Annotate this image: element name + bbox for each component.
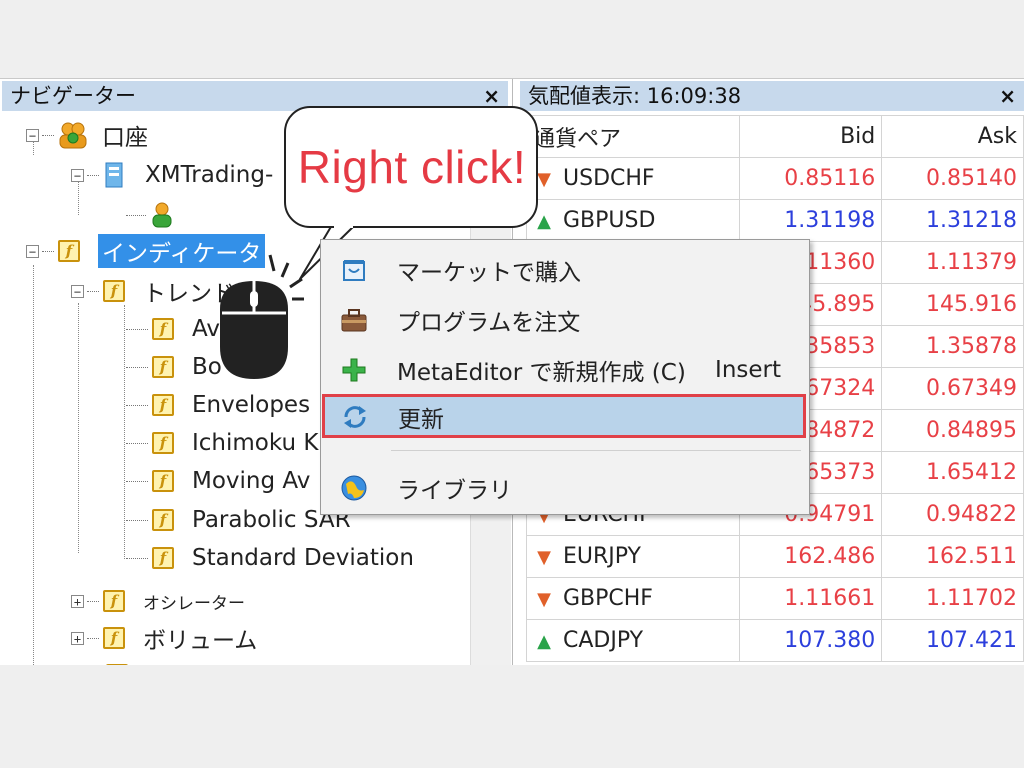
refresh-icon — [340, 402, 370, 432]
callout-text: Right click! — [297, 141, 527, 193]
globe-icon — [339, 473, 369, 503]
menu-item-label: マーケットで購入 — [397, 260, 581, 286]
menu-item-metaeditor-new[interactable]: MetaEditor で新規作成 (C) Insert — [321, 346, 809, 394]
context-menu: マーケットで購入 プログラムを注文 MetaEditor で新規作成 (C) I… — [320, 239, 810, 515]
menu-item-refresh[interactable]: 更新 — [322, 394, 806, 438]
menu-item-order-program[interactable]: プログラムを注文 — [321, 296, 809, 344]
menu-item-label: MetaEditor で新規作成 (C) — [397, 360, 686, 386]
menu-item-label: ライブラリ — [397, 478, 512, 504]
plus-icon — [339, 355, 369, 385]
menu-item-label: プログラムを注文 — [397, 310, 581, 336]
market-icon — [339, 255, 369, 285]
menu-item-library[interactable]: ライブラリ — [321, 464, 809, 512]
mouse-click-icon — [220, 254, 304, 379]
briefcase-icon — [339, 305, 369, 335]
terminal-window: ナビゲーター × − 口座 − XMTrading- − f インディケータ −… — [0, 78, 1024, 665]
menu-item-label: 更新 — [398, 407, 444, 433]
menu-item-buy-market[interactable]: マーケットで購入 — [321, 246, 809, 294]
menu-separator — [391, 450, 801, 451]
menu-item-refresh-content: 更新 — [322, 393, 810, 441]
menu-item-shortcut: Insert — [715, 357, 781, 383]
